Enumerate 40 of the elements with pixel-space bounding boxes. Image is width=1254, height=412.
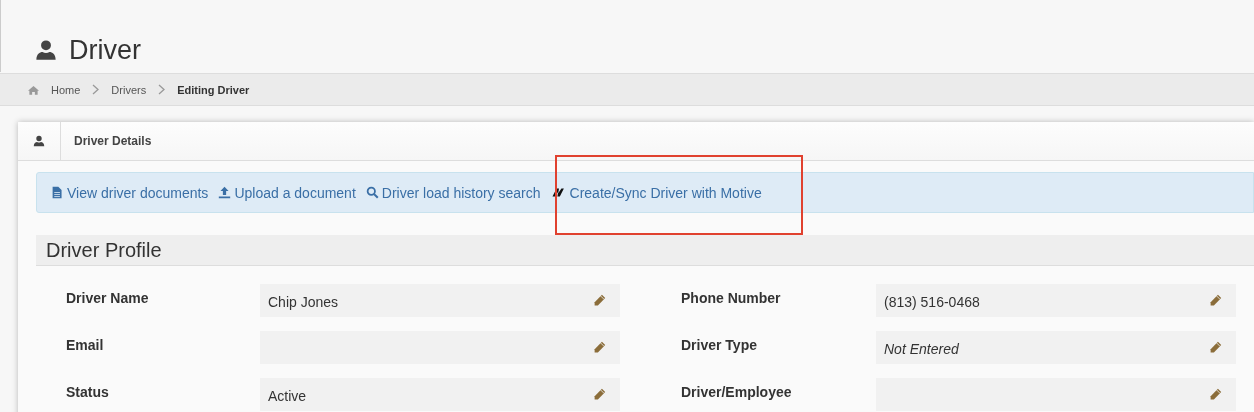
breadcrumb-link[interactable]: Home: [51, 83, 81, 96]
page-title: Driver: [69, 34, 141, 66]
action-link[interactable]: Upload a document: [218, 184, 356, 201]
field[interactable]: Active: [260, 378, 620, 411]
pencil-icon: [1209, 388, 1222, 401]
field[interactable]: Not Entered: [876, 331, 1236, 364]
panel-title: Driver Details: [73, 134, 152, 148]
pencil-icon: [593, 388, 606, 401]
pencil-icon: [593, 341, 606, 354]
pencil-icon: [1209, 294, 1222, 307]
field-value: (813) 516-0468: [884, 293, 980, 310]
action-link[interactable]: Driver load history search: [365, 184, 541, 201]
logo-icon: [550, 186, 567, 199]
action-link[interactable]: Create/Sync Driver with Motive: [550, 184, 762, 201]
field-placeholder: Not Entered: [884, 340, 959, 357]
user-icon: [33, 135, 45, 147]
field-label: Driver Type: [681, 336, 758, 355]
breadcrumb-link[interactable]: Drivers: [111, 83, 147, 96]
pencil-icon: [1209, 341, 1222, 354]
upload-icon: [218, 186, 232, 199]
home-icon: [28, 84, 39, 95]
pencil-icon: [593, 294, 606, 307]
field[interactable]: [260, 331, 620, 364]
action-link[interactable]: View driver documents: [51, 184, 209, 201]
field-label: Email: [66, 336, 105, 355]
search-icon: [365, 186, 379, 199]
field-label: Driver/Employee: [681, 383, 793, 402]
field[interactable]: (813) 516-0468: [876, 284, 1236, 317]
field[interactable]: Chip Jones: [260, 284, 620, 317]
chevron-icon: [92, 84, 100, 95]
field-label: Status: [66, 383, 110, 402]
document-icon: [51, 186, 64, 199]
field[interactable]: [876, 378, 1236, 411]
field-label: Phone Number: [681, 289, 782, 308]
field-value: Active: [268, 387, 307, 404]
section-title: Driver Profile: [46, 238, 162, 262]
field-label: Driver Name: [66, 289, 150, 308]
chevron-icon: [158, 84, 166, 95]
user-icon: [35, 39, 57, 61]
field-value: Chip Jones: [268, 293, 339, 310]
